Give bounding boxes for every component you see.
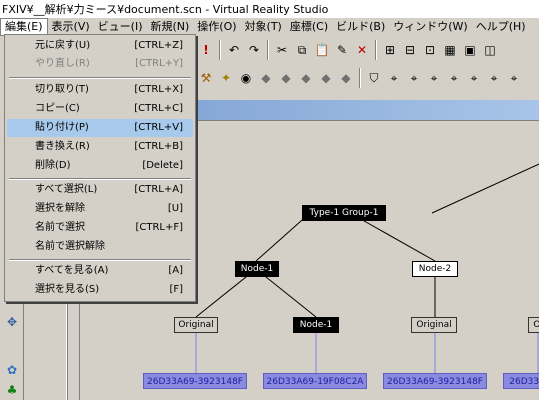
tool-icon-7[interactable]: ⌖	[504, 68, 524, 88]
undo-icon[interactable]: ↶	[224, 40, 244, 60]
menu-item-view-all[interactable]: すべてを見る(A) [A]	[7, 262, 193, 280]
menu-item-view-selection[interactable]: 選択を見る(S) [F]	[7, 281, 193, 299]
menu-separator	[9, 259, 191, 261]
leaf-node-1[interactable]: Node-1	[293, 317, 339, 333]
title-bar: FXIV¥__解析¥力ミース¥document.scn - Virtual Re…	[0, 0, 539, 18]
view-icon-3[interactable]: ⊡	[420, 40, 440, 60]
menu-build[interactable]: ビルド(B)	[332, 18, 389, 36]
menu-operation[interactable]: 操作(O)	[193, 18, 240, 36]
toolbar-separator	[375, 40, 377, 60]
leaf-original-3[interactable]: Original	[528, 317, 539, 333]
delete-icon[interactable]: ✕	[352, 40, 372, 60]
view-icon-6[interactable]: ◫	[480, 40, 500, 60]
toolbar-separator	[267, 40, 269, 60]
edge	[431, 163, 539, 214]
shape-icon-1[interactable]: ◆	[256, 68, 276, 88]
select-icon[interactable]: ⛉	[364, 68, 384, 88]
group-node[interactable]: Type-1 Group-1	[302, 205, 386, 221]
fish-icon[interactable]: ✥	[2, 312, 22, 332]
menu-item-cut[interactable]: 切り取り(T) [CTRL+X]	[7, 81, 193, 99]
edit-menu-dropdown: 元に戻す(U) [CTRL+Z] やり直し(R) [CTRL+Y] 切り取り(T)[…	[4, 34, 196, 302]
menu-coordinates[interactable]: 座標(C)	[286, 18, 332, 36]
menu-item-paste[interactable]: 貼り付け(P) [CTRL+V]	[7, 119, 193, 137]
menu-item-deselect[interactable]: 選択を解除 [U]	[7, 200, 193, 218]
leaf-original-1[interactable]: Original	[174, 317, 218, 333]
menu-item-deselect-by-name[interactable]: 名前で選択解除	[7, 238, 193, 256]
menu-help[interactable]: ヘルプ(H)	[472, 18, 530, 36]
menu-separator	[9, 178, 191, 180]
menu-item-select-all[interactable]: すべて選択(L) [CTRL+A]	[7, 181, 193, 199]
view-icon-1[interactable]: ⊞	[380, 40, 400, 60]
cut-icon[interactable]: ✂	[272, 40, 292, 60]
toolbar-separator	[359, 68, 361, 88]
node-1[interactable]: Node-1	[235, 261, 279, 277]
tool-icon-1[interactable]: ⌖	[384, 68, 404, 88]
shape-icon-5[interactable]: ◆	[336, 68, 356, 88]
rewrite-icon[interactable]: ✎	[332, 40, 352, 60]
camera-icon[interactable]: ◉	[236, 68, 256, 88]
menu-item-delete[interactable]: 削除(D) [Delete]	[7, 157, 193, 175]
tool-icon-6[interactable]: ⌖	[484, 68, 504, 88]
id-label-4[interactable]: 26D33A69	[503, 373, 539, 389]
menu-separator	[9, 77, 191, 79]
tool-icon-2[interactable]: ⌖	[404, 68, 424, 88]
menu-item-select-by-name[interactable]: 名前で選択 [CTRL+F]	[7, 219, 193, 237]
menu-target[interactable]: 対象(T)	[241, 18, 286, 36]
id-label-3[interactable]: 26D33A69-3923148F	[383, 373, 487, 389]
brush-icon[interactable]: ⚒	[196, 68, 216, 88]
view-icon-4[interactable]: ▦	[440, 40, 460, 60]
redo-icon[interactable]: ↷	[244, 40, 264, 60]
copy-icon[interactable]: ⧉	[292, 40, 312, 60]
leaf-original-2[interactable]: Original	[411, 317, 457, 333]
paste-icon[interactable]: 📋	[312, 40, 332, 60]
node-2[interactable]: Node-2	[412, 261, 458, 277]
window-title: FXIV¥__解析¥力ミース¥document.scn - Virtual Re…	[2, 3, 329, 16]
paint-icon[interactable]: ✿	[2, 360, 22, 380]
wand-icon[interactable]: ✦	[216, 68, 236, 88]
menu-item-undo[interactable]: 元に戻す(U) [CTRL+Z]	[7, 37, 193, 55]
tool-icon-4[interactable]: ⌖	[444, 68, 464, 88]
view-icon-5[interactable]: ▣	[460, 40, 480, 60]
menu-window[interactable]: ウィンドウ(W)	[389, 18, 471, 36]
menu-item-copy[interactable]: コピー(C) [CTRL+C]	[7, 100, 193, 118]
shape-icon-2[interactable]: ◆	[276, 68, 296, 88]
alert-icon[interactable]: !	[196, 40, 216, 60]
id-label-2[interactable]: 26D33A69-19F08C2A	[263, 373, 367, 389]
shape-icon-4[interactable]: ◆	[316, 68, 336, 88]
menu-item-rewrite[interactable]: 書き換え(R) [CTRL+B]	[7, 138, 193, 156]
tool-icon-5[interactable]: ⌖	[464, 68, 484, 88]
id-label-1[interactable]: 26D33A69-3923148F	[143, 373, 247, 389]
view-icon-2[interactable]: ⊟	[400, 40, 420, 60]
tree-icon[interactable]: ♣	[2, 380, 22, 400]
shape-icon-3[interactable]: ◆	[296, 68, 316, 88]
tool-icon-3[interactable]: ⌖	[424, 68, 444, 88]
menu-item-redo[interactable]: やり直し(R) [CTRL+Y]	[7, 55, 193, 73]
toolbar-separator	[219, 40, 221, 60]
